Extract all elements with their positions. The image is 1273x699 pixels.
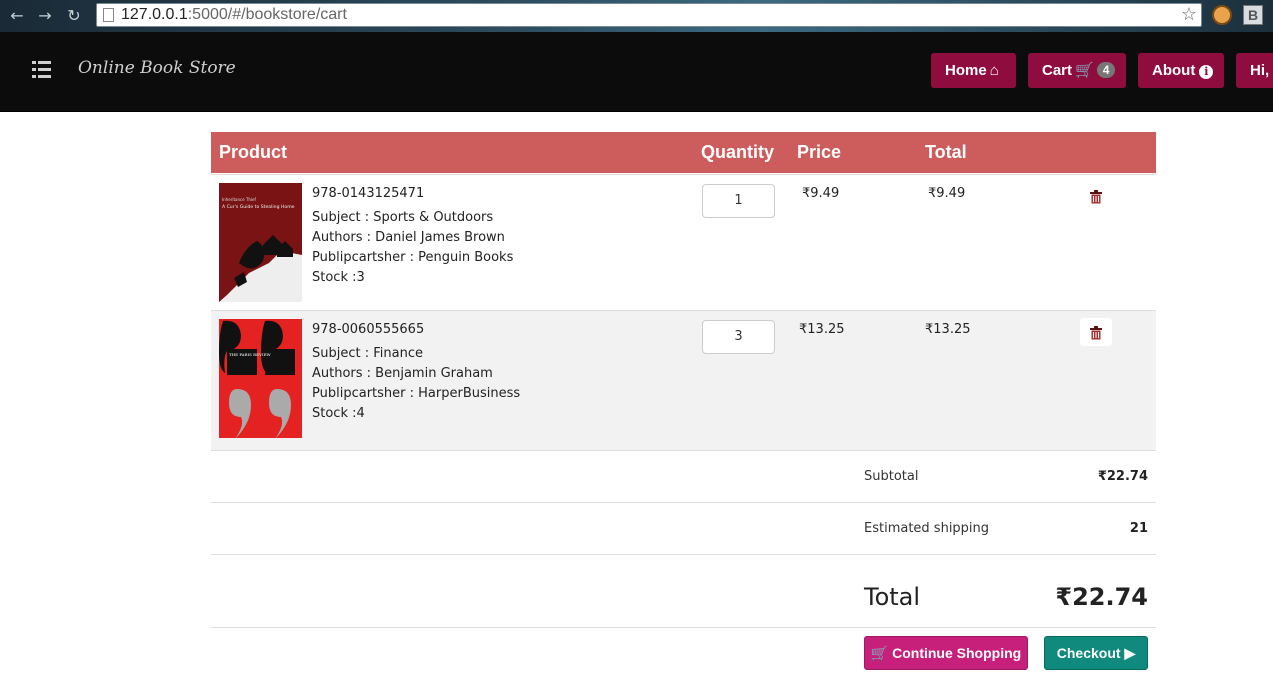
subtotal-row: Subtotal ₹22.74 xyxy=(211,450,1156,502)
book-stock: Stock :4 xyxy=(312,406,365,421)
item-price: ₹9.49 xyxy=(802,186,840,201)
item-price: ₹13.25 xyxy=(799,322,845,337)
about-button[interactable]: About i xyxy=(1138,53,1224,88)
cart-count-badge: 4 xyxy=(1096,62,1116,78)
home-icon: ⌂ xyxy=(989,62,999,79)
cart-icon: 🛒 xyxy=(1075,62,1094,79)
book-authors: Authors : Benjamin Graham xyxy=(312,366,493,381)
book-subject: Subject : Sports & Outdoors xyxy=(312,210,494,225)
remove-item-button[interactable] xyxy=(1080,318,1112,346)
shipping-row: Estimated shipping 21 xyxy=(211,502,1156,554)
extension-b-icon[interactable]: B xyxy=(1243,5,1263,25)
shipping-label: Estimated shipping xyxy=(864,521,990,536)
book-publisher: Publipcartsher : Penguin Books xyxy=(312,250,514,265)
shipping-value: 21 xyxy=(1129,521,1148,536)
subtotal-value: ₹22.74 xyxy=(1097,469,1148,484)
book-cover-image: THE PARIS REVIEW xyxy=(219,319,302,438)
trash-icon xyxy=(1090,189,1102,203)
forward-icon[interactable]: → xyxy=(34,5,56,27)
play-icon: ▶ xyxy=(1124,645,1136,661)
cart-item-row: Inheritance Thief A Cur's Guide to Steal… xyxy=(211,174,1156,310)
address-bar[interactable]: 127.0.0.1:5000/#/bookstore/cart ☆ xyxy=(96,3,1202,27)
subtotal-label: Subtotal xyxy=(864,469,919,484)
header-total: Total xyxy=(925,142,967,162)
book-publisher: Publipcartsher : HarperBusiness xyxy=(312,386,521,401)
book-details: 978-0060555665 Subject : Finance Authors… xyxy=(312,322,520,424)
book-subject: Subject : Finance xyxy=(312,346,423,361)
user-menu-button[interactable]: Hi, xyxy=(1236,53,1273,88)
total-row: Total ₹22.74 xyxy=(211,554,1156,627)
bookmark-star-icon[interactable]: ☆ xyxy=(1181,5,1197,25)
cart-button[interactable]: Cart 🛒 4 xyxy=(1028,53,1126,88)
quantity-input[interactable]: 1 xyxy=(702,184,775,218)
extension-icon[interactable] xyxy=(1212,5,1232,25)
total-value: ₹22.74 xyxy=(1055,583,1148,611)
header-price: Price xyxy=(797,142,842,162)
header-product: Product xyxy=(219,142,288,162)
quantity-input[interactable]: 3 xyxy=(702,320,775,354)
home-button[interactable]: Home ⌂ xyxy=(931,53,1016,88)
cart-icon: 🛒 xyxy=(870,645,889,661)
page-icon xyxy=(103,8,114,22)
url-text: 127.0.0.1:5000/#/bookstore/cart xyxy=(121,6,347,23)
cover-title-text: A Cur's Guide to Stealing Home xyxy=(222,204,295,210)
header-quantity: Quantity xyxy=(701,142,775,162)
back-icon[interactable]: ← xyxy=(6,5,28,27)
book-details: 978-0143125471 Subject : Sports & Outdoo… xyxy=(312,186,513,288)
cart-table-header: Product Quantity Price Total xyxy=(211,132,1156,173)
continue-shopping-button[interactable]: 🛒 Continue Shopping xyxy=(864,636,1028,670)
book-authors: Authors : Daniel James Brown xyxy=(312,230,505,245)
checkout-button[interactable]: Checkout ▶ xyxy=(1044,636,1148,670)
menu-list-icon[interactable] xyxy=(32,61,51,78)
remove-item-button[interactable] xyxy=(1080,182,1112,210)
svg-text:Inheritance Thief: Inheritance Thief xyxy=(222,197,257,202)
book-stock: Stock :3 xyxy=(312,270,365,285)
brand-title[interactable]: Online Book Store xyxy=(78,58,236,78)
book-isbn: 978-0143125471 xyxy=(312,186,425,201)
browser-toolbar: ← → ↻ 127.0.0.1:5000/#/bookstore/cart ☆ … xyxy=(0,0,1273,32)
book-cover-image: Inheritance Thief A Cur's Guide to Steal… xyxy=(219,183,302,302)
app-navbar: Online Book Store Home ⌂ Cart 🛒 4 About i Hi… xyxy=(0,32,1273,112)
cart-item-row: THE PARIS REVIEW 978-0060555665 Subject … xyxy=(211,310,1156,450)
info-icon: i xyxy=(1199,65,1214,79)
item-total: ₹13.25 xyxy=(925,322,971,337)
trash-icon xyxy=(1090,325,1102,339)
total-label: Total xyxy=(864,583,921,611)
divider xyxy=(211,627,1156,628)
item-total: ₹9.49 xyxy=(928,186,966,201)
book-isbn: 978-0060555665 xyxy=(312,322,425,337)
reload-icon[interactable]: ↻ xyxy=(63,5,85,27)
cover-title-text: THE PARIS REVIEW xyxy=(229,352,271,357)
